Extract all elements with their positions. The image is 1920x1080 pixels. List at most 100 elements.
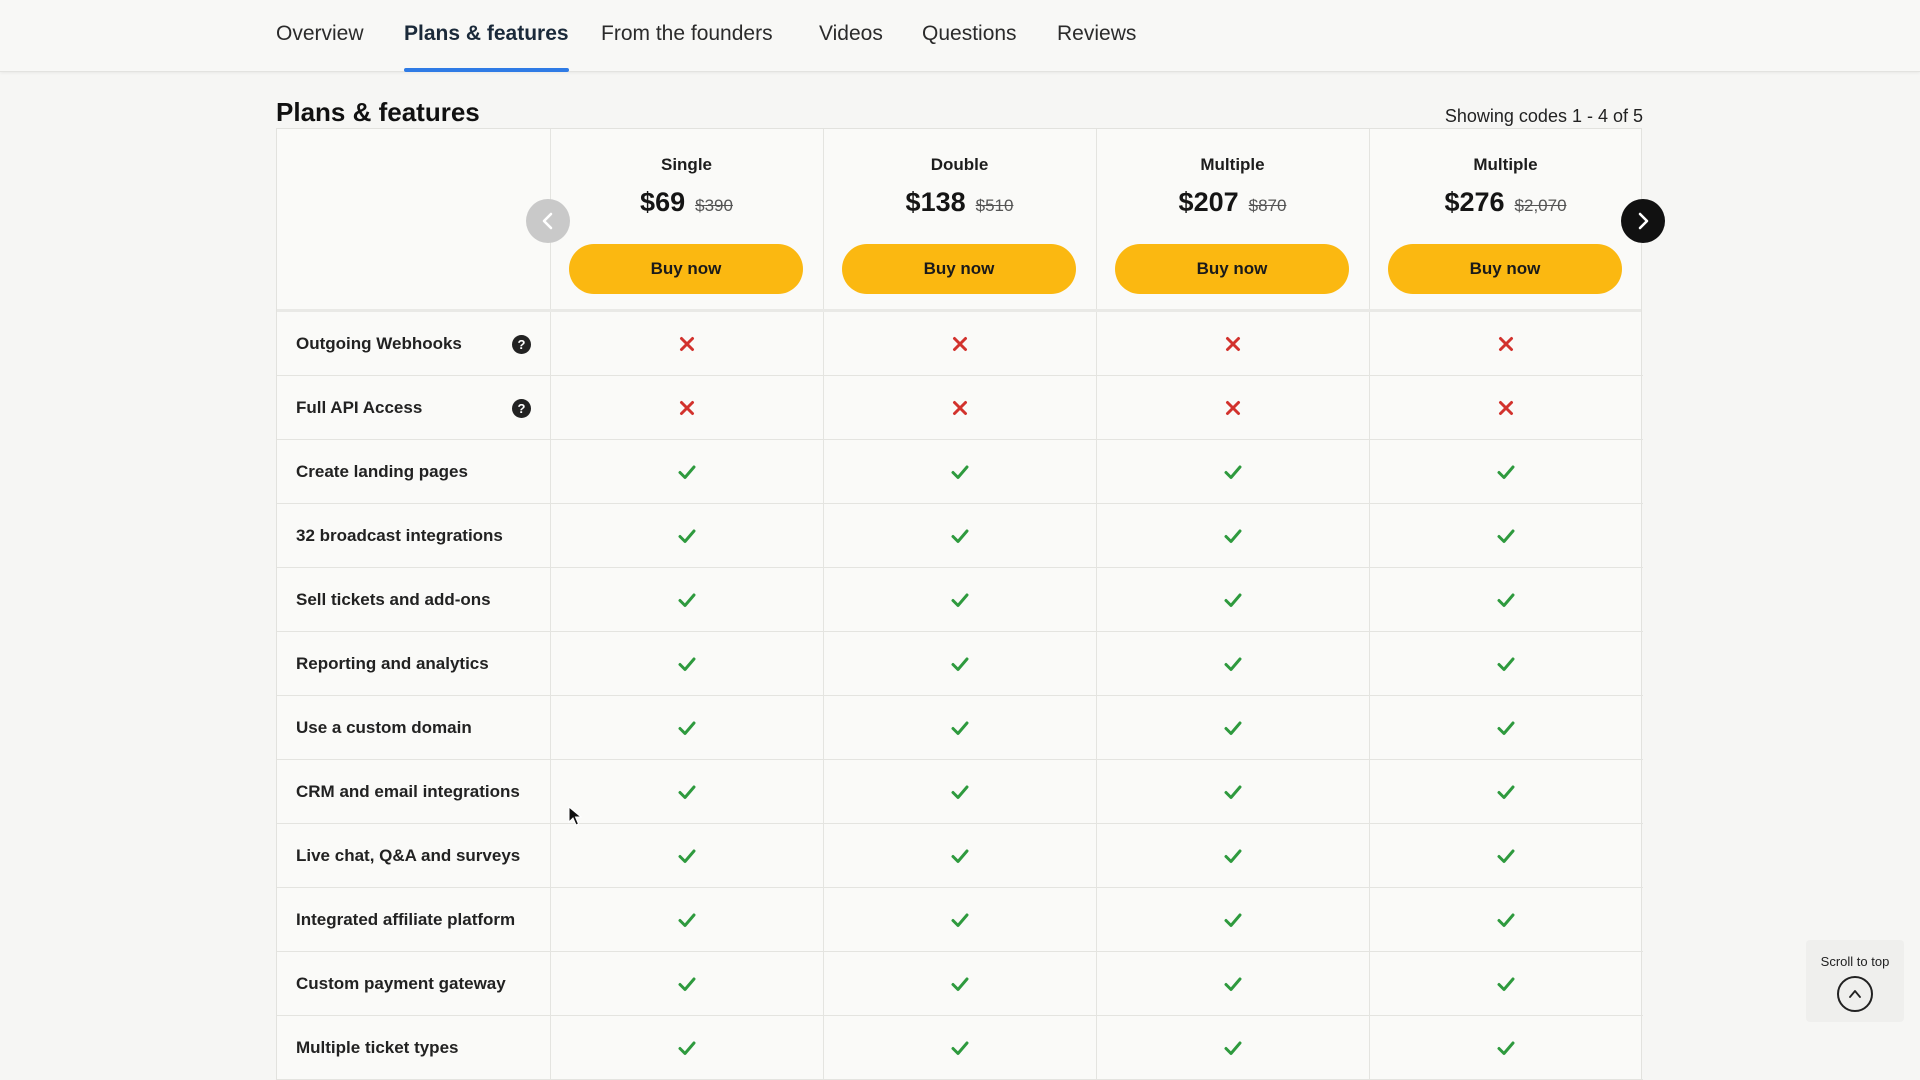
- check-icon: [678, 785, 696, 799]
- help-icon[interactable]: ?: [512, 399, 531, 418]
- check-icon: [951, 529, 969, 543]
- tab-questions-label: Questions: [922, 22, 1017, 45]
- feature-row: Integrated affiliate platform: [277, 888, 1643, 952]
- plan-prices: $138 $510: [823, 187, 1096, 218]
- top-navigation: Overview Plans & features From the found…: [0, 0, 1920, 72]
- check-icon: [678, 721, 696, 735]
- check-icon: [951, 849, 969, 863]
- check-icon: [678, 529, 696, 543]
- plan-original-price: $510: [975, 196, 1014, 215]
- plan-prices: $276 $2,070: [1369, 187, 1642, 218]
- check-icon: [1497, 529, 1515, 543]
- check-icon: [1497, 977, 1515, 991]
- cross-icon: [680, 401, 694, 415]
- check-icon: [1224, 529, 1242, 543]
- check-icon: [951, 657, 969, 671]
- plan-name: Double: [930, 155, 989, 174]
- plan-original-price: $390: [695, 196, 733, 215]
- active-tab-indicator: [404, 68, 569, 72]
- tab-plans-features-label: Plans & features: [404, 22, 569, 45]
- previous-plans-button[interactable]: [526, 199, 570, 243]
- feature-label: Custom payment gateway: [296, 974, 506, 993]
- feature-row: Multiple ticket types: [277, 1016, 1643, 1080]
- section-title: Plans & features: [276, 97, 480, 127]
- feature-row: Live chat, Q&A and surveys: [277, 824, 1643, 888]
- scroll-to-top-button[interactable]: Scroll to top: [1806, 940, 1904, 1022]
- feature-label: Multiple ticket types: [296, 1038, 459, 1057]
- feature-row: Custom payment gateway: [277, 952, 1643, 1016]
- tab-from-the-founders-label: From the founders: [601, 22, 773, 45]
- check-icon: [951, 977, 969, 991]
- feature-label: Full API Access: [296, 398, 423, 417]
- feature-label: CRM and email integrations: [296, 782, 520, 801]
- plan-original-price: $870: [1248, 196, 1287, 215]
- check-icon: [1224, 721, 1242, 735]
- tab-overview-label: Overview: [276, 22, 364, 45]
- chevron-left-icon: [542, 212, 553, 230]
- check-icon: [1224, 465, 1242, 479]
- feature-row: CRM and email integrations: [277, 760, 1643, 824]
- tab-plans-features[interactable]: Plans & features: [404, 22, 569, 72]
- feature-row: Use a custom domain: [277, 696, 1643, 760]
- check-icon: [1497, 657, 1515, 671]
- check-icon: [678, 977, 696, 991]
- check-icon: [678, 593, 696, 607]
- plan-column-single: Single $69 $390 Buy now: [550, 129, 823, 309]
- tab-videos-label: Videos: [819, 22, 883, 45]
- check-icon: [1497, 465, 1515, 479]
- plan-column-double: Double $138 $510 Buy now: [823, 129, 1096, 309]
- plan-prices: $69 $390: [550, 187, 823, 218]
- chevron-up-icon: [1837, 976, 1873, 1012]
- feature-row: Outgoing Webhooks?: [277, 312, 1643, 376]
- scroll-to-top-label: Scroll to top: [1820, 954, 1890, 969]
- check-icon: [951, 913, 969, 927]
- help-icon[interactable]: ?: [512, 335, 531, 354]
- check-icon: [1497, 721, 1515, 735]
- plan-price: $207: [1178, 187, 1239, 217]
- feature-label: Create landing pages: [296, 462, 468, 481]
- tab-reviews-label: Reviews: [1057, 22, 1137, 45]
- feature-label: 32 broadcast integrations: [296, 526, 503, 545]
- check-icon: [1224, 913, 1242, 927]
- cross-icon: [680, 337, 694, 351]
- mouse-cursor-icon: [568, 806, 582, 826]
- check-icon: [1497, 913, 1515, 927]
- check-icon: [1224, 657, 1242, 671]
- tab-videos[interactable]: Videos: [819, 22, 883, 70]
- check-icon: [678, 913, 696, 927]
- showing-codes-count: Showing codes 1 - 4 of 5: [1444, 106, 1643, 126]
- feature-label: Use a custom domain: [296, 718, 472, 737]
- buy-now-button[interactable]: Buy now: [842, 244, 1076, 294]
- feature-label: Outgoing Webhooks: [296, 334, 462, 353]
- feature-row: 32 broadcast integrations: [277, 504, 1643, 568]
- plan-price: $138: [905, 187, 966, 217]
- tab-reviews[interactable]: Reviews: [1057, 22, 1136, 70]
- plan-column-multiple: Multiple $276 $2,070 Buy now: [1369, 129, 1642, 309]
- plans-comparison-table: Single $69 $390 Buy now Double $138 $510…: [276, 128, 1643, 1080]
- check-icon: [1497, 593, 1515, 607]
- check-icon: [678, 657, 696, 671]
- feature-label: Integrated affiliate platform: [296, 910, 516, 929]
- plan-column-multiple: Multiple $207 $870 Buy now: [1096, 129, 1369, 309]
- next-plans-button[interactable]: [1621, 199, 1665, 243]
- feature-row: Reporting and analytics: [277, 632, 1643, 696]
- tab-from-the-founders[interactable]: From the founders: [601, 22, 773, 70]
- buy-now-button[interactable]: Buy now: [1115, 244, 1349, 294]
- feature-label: Live chat, Q&A and surveys: [296, 846, 521, 865]
- buy-now-button[interactable]: Buy now: [1388, 244, 1622, 294]
- feature-row: Full API Access?: [277, 376, 1643, 440]
- cross-icon: [953, 337, 967, 351]
- tab-overview[interactable]: Overview: [276, 22, 364, 70]
- cross-icon: [1499, 401, 1513, 415]
- check-icon: [678, 1041, 696, 1055]
- plan-prices: $207 $870: [1096, 187, 1369, 218]
- check-icon: [951, 593, 969, 607]
- check-icon: [1224, 977, 1242, 991]
- tab-questions[interactable]: Questions: [922, 22, 1017, 70]
- buy-now-button[interactable]: Buy now: [569, 244, 803, 294]
- check-icon: [1497, 849, 1515, 863]
- check-icon: [951, 1041, 969, 1055]
- check-icon: [678, 849, 696, 863]
- plan-name: Multiple: [1200, 155, 1265, 174]
- cross-icon: [1226, 337, 1240, 351]
